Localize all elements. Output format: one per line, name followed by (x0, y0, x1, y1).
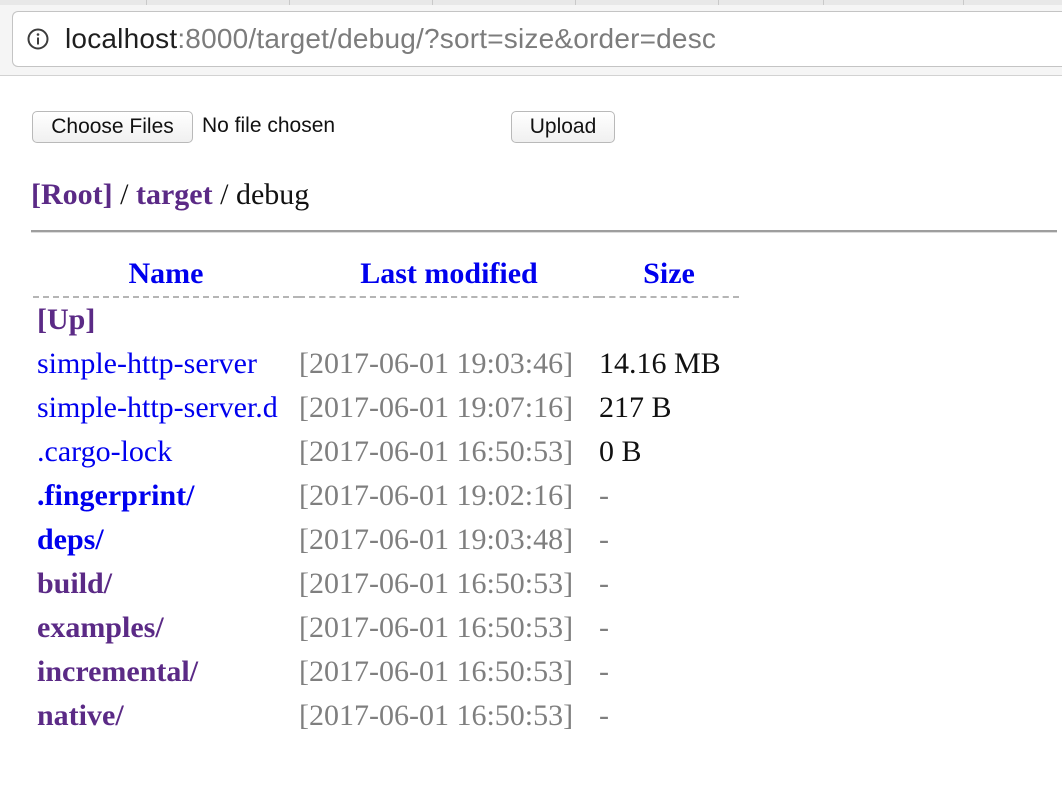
table-row: deps/ [2017-06-01 19:03:48] - (33, 518, 739, 562)
size-cell: - (599, 611, 609, 644)
file-link[interactable]: .cargo-lock (37, 435, 172, 468)
modified-cell: [2017-06-01 16:50:53] (299, 567, 574, 600)
size-cell: - (599, 567, 609, 600)
modified-column-header[interactable]: Last modified (299, 252, 599, 298)
sort-by-name-link[interactable]: Name (129, 257, 204, 290)
table-row: incremental/ [2017-06-01 16:50:53] - (33, 650, 739, 694)
name-column-header[interactable]: Name (33, 252, 299, 298)
modified-cell: [2017-06-01 16:50:53] (299, 611, 574, 644)
size-column-header[interactable]: Size (599, 252, 739, 298)
modified-cell: [2017-06-01 16:50:53] (299, 435, 574, 468)
file-name-cell: .cargo-lock (33, 430, 299, 474)
file-link[interactable]: deps/ (37, 523, 104, 556)
table-row: .fingerprint/ [2017-06-01 19:02:16] - (33, 474, 739, 518)
file-name-cell: deps/ (33, 518, 299, 562)
file-name-cell: examples/ (33, 606, 299, 650)
size-cell: - (599, 479, 609, 512)
up-link[interactable]: [Up] (37, 303, 95, 336)
file-name-cell: build/ (33, 562, 299, 606)
url-text[interactable]: localhost:8000/target/debug/?sort=size&o… (65, 22, 716, 56)
upload-button[interactable]: Upload (511, 111, 615, 143)
modified-cell: [2017-06-01 19:03:48] (299, 523, 574, 556)
table-header-row: Name Last modified Size (33, 252, 739, 298)
file-link[interactable]: build/ (37, 567, 112, 600)
breadcrumb-current: debug (235, 178, 310, 211)
file-name-cell: native/ (33, 694, 299, 738)
table-row-up: [Up] (33, 297, 739, 342)
table-row: simple-http-server [2017-06-01 19:03:46] 1… (33, 342, 739, 386)
breadcrumb-root-link[interactable]: [Root] (31, 178, 113, 211)
file-name-cell: .fingerprint/ (33, 474, 299, 518)
info-icon[interactable] (27, 28, 49, 50)
url-host: localhost (65, 23, 178, 54)
url-path: :8000/target/debug/?sort=size&order=desc (177, 23, 717, 54)
table-row: simple-http-server.d [2017-06-01 19:07:16… (33, 386, 739, 430)
browser-toolbar: localhost:8000/target/debug/?sort=size&o… (0, 5, 1062, 76)
file-name-cell: simple-http-server.d (33, 386, 299, 430)
file-name-cell: incremental/ (33, 650, 299, 694)
breadcrumb-separator: / (112, 178, 136, 211)
size-cell: - (599, 699, 609, 732)
size-cell: 217 B (599, 391, 672, 424)
file-link[interactable]: simple-http-server (37, 347, 257, 380)
size-cell: - (599, 523, 609, 556)
table-row: examples/ [2017-06-01 16:50:53] - (33, 606, 739, 650)
file-name-cell: simple-http-server (33, 342, 299, 386)
modified-cell: [2017-06-01 19:03:46] (299, 347, 574, 380)
table-row: build/ [2017-06-01 16:50:53] - (33, 562, 739, 606)
up-cell: [Up] (33, 297, 299, 342)
divider (31, 230, 1057, 232)
file-link[interactable]: native/ (37, 699, 124, 732)
table-row: native/ [2017-06-01 16:50:53] - (33, 694, 739, 738)
modified-cell: [2017-06-01 16:50:53] (299, 655, 574, 688)
table-row: .cargo-lock [2017-06-01 16:50:53] 0 B (33, 430, 739, 474)
size-cell: 0 B (599, 435, 642, 468)
sort-by-modified-link[interactable]: Last modified (360, 257, 538, 290)
modified-cell: [2017-06-01 19:07:16] (299, 391, 574, 424)
file-link[interactable]: .fingerprint/ (37, 479, 195, 512)
breadcrumb: [Root] / target / debug (31, 177, 309, 213)
modified-cell: [2017-06-01 19:02:16] (299, 479, 574, 512)
address-bar[interactable]: localhost:8000/target/debug/?sort=size&o… (12, 11, 1062, 67)
size-cell: 14.16 MB (599, 347, 721, 380)
breadcrumb-target-link[interactable]: target (136, 178, 213, 211)
file-link[interactable]: simple-http-server.d (37, 391, 278, 424)
file-link[interactable]: incremental/ (37, 655, 198, 688)
file-table: Name Last modified Size [Up] simple-http… (33, 252, 739, 738)
file-status-label: No file chosen (202, 114, 336, 137)
choose-files-button[interactable]: Choose Files (32, 111, 193, 143)
breadcrumb-separator: / (212, 178, 236, 211)
modified-cell: [2017-06-01 16:50:53] (299, 699, 574, 732)
size-cell: - (599, 655, 609, 688)
sort-by-size-link[interactable]: Size (643, 257, 695, 290)
file-link[interactable]: examples/ (37, 611, 164, 644)
